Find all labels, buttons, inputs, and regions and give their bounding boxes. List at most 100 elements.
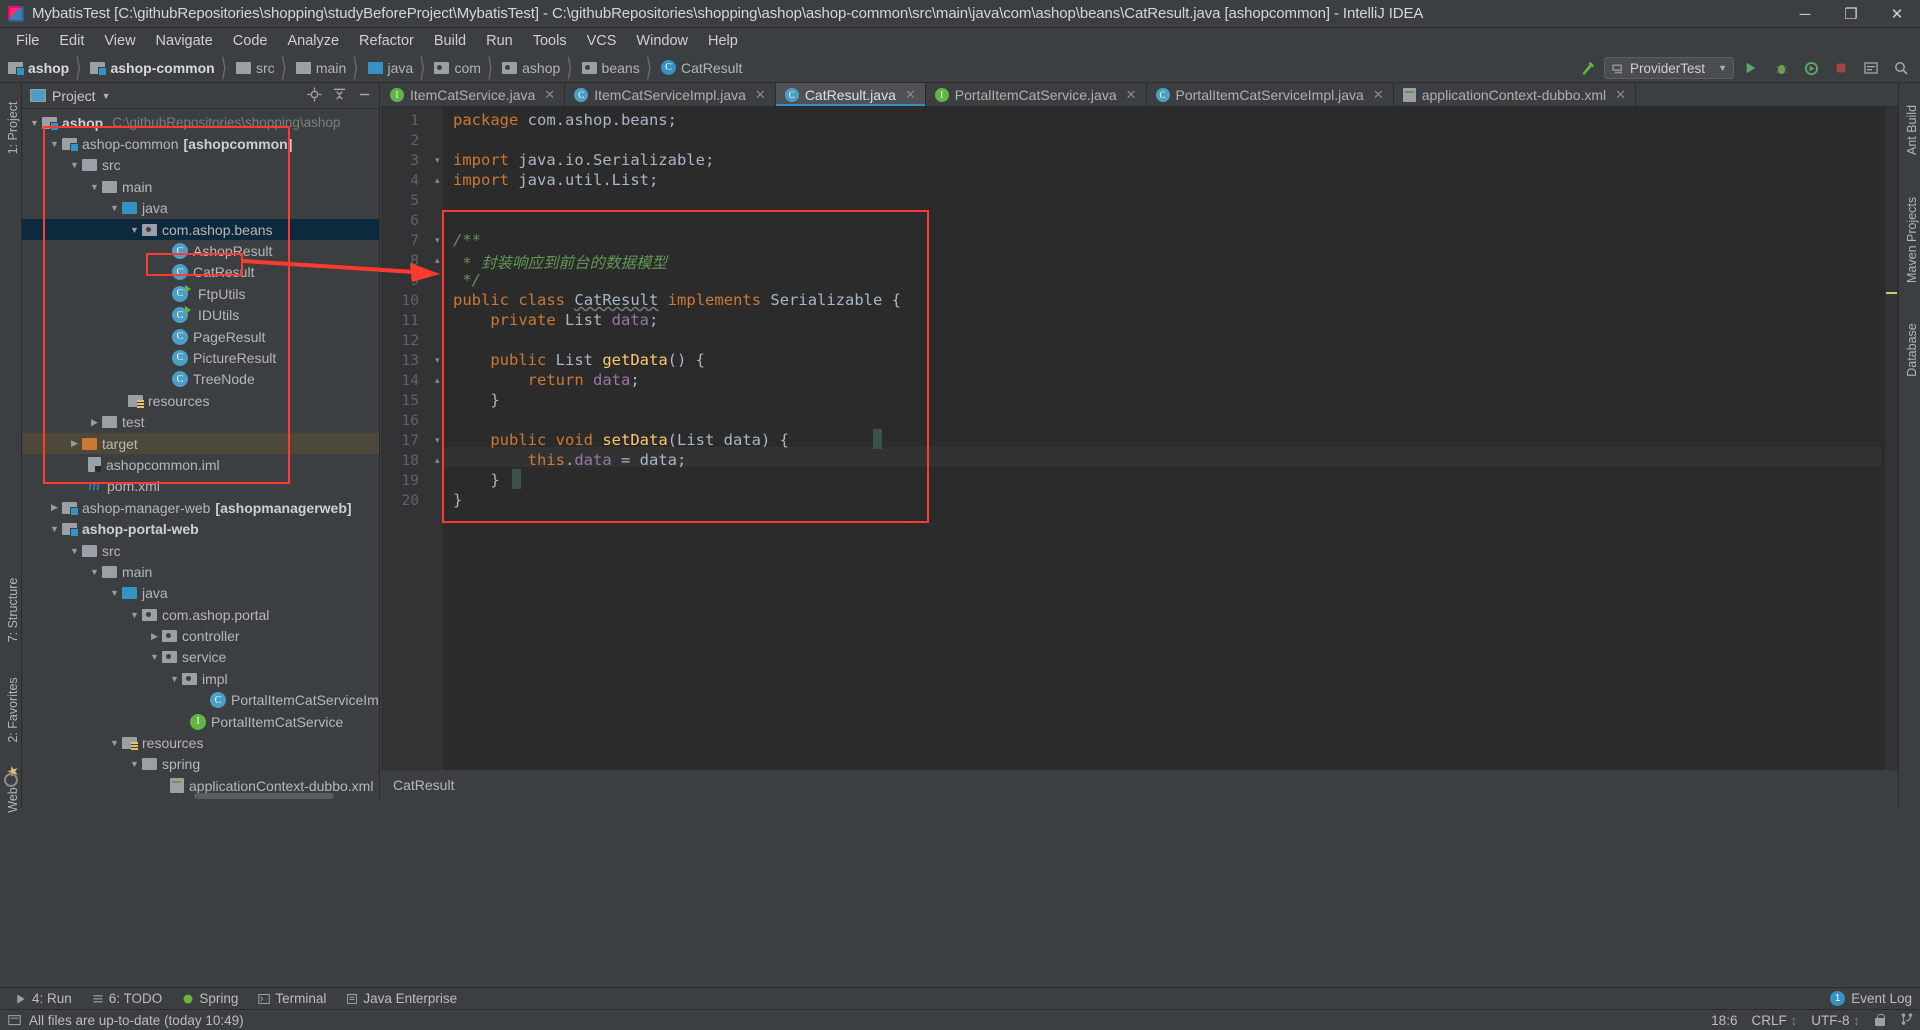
chevron-down-icon[interactable]: ▼ xyxy=(128,608,141,621)
chevron-right-icon[interactable]: ▶ xyxy=(68,437,81,450)
search-icon[interactable] xyxy=(1888,56,1914,80)
tree-item-main[interactable]: ▼ main xyxy=(22,176,379,197)
breadcrumb-ashop-pkg[interactable]: ashop xyxy=(494,56,565,80)
tool-window-database[interactable]: Database xyxy=(1905,307,1919,393)
tree-item-pictureresult[interactable]: C PictureResult xyxy=(22,347,379,368)
tree-item-portal-main[interactable]: ▼ main xyxy=(22,561,379,582)
close-icon[interactable]: ✕ xyxy=(1373,87,1384,103)
chevron-down-icon[interactable]: ▼ xyxy=(68,159,81,172)
menu-code[interactable]: Code xyxy=(223,30,278,52)
close-icon[interactable]: ✕ xyxy=(1615,87,1626,103)
menu-analyze[interactable]: Analyze xyxy=(277,30,349,52)
menu-edit[interactable]: Edit xyxy=(49,30,94,52)
tool-window-maven-projects[interactable]: Maven Projects xyxy=(1905,197,1919,283)
chevron-down-icon[interactable]: ▼ xyxy=(88,180,101,193)
close-icon[interactable]: ✕ xyxy=(544,87,555,103)
tree-item-ashop-portal-web[interactable]: ▼ ashop-portal-web xyxy=(22,518,379,539)
tree-item-spring[interactable]: ▼ spring xyxy=(22,754,379,775)
run-icon[interactable] xyxy=(1738,56,1764,80)
chevron-right-icon[interactable]: ▶ xyxy=(48,501,61,514)
breadcrumb-beans[interactable]: beans xyxy=(574,56,645,80)
caret-position[interactable]: 18:6 xyxy=(1711,1013,1737,1028)
editor-tab-itemcatserviceimpl[interactable]: C ItemCatServiceImpl.java ✕ xyxy=(565,83,776,106)
tree-item-service[interactable]: ▼ service xyxy=(22,647,379,668)
menu-help[interactable]: Help xyxy=(698,30,748,52)
warning-marker[interactable] xyxy=(1886,292,1897,294)
minimize-button[interactable]: ─ xyxy=(1782,0,1828,28)
chevron-down-icon[interactable]: ▼ xyxy=(128,758,141,771)
bottom-item-spring[interactable]: Spring xyxy=(173,989,247,1008)
chevron-down-icon[interactable]: ▼ xyxy=(48,523,61,536)
error-marker-strip[interactable] xyxy=(1885,107,1898,799)
event-log-area[interactable]: 1 Event Log xyxy=(1830,991,1912,1006)
menu-vcs[interactable]: VCS xyxy=(577,30,627,52)
tree-item-resources-common[interactable]: resources xyxy=(22,390,379,411)
tool-window-web[interactable]: Web xyxy=(6,757,20,843)
stop-icon[interactable] xyxy=(1828,56,1854,80)
editor-tab-portalitemcatserviceimpl[interactable]: C PortalItemCatServiceImpl.java ✕ xyxy=(1147,83,1394,106)
debug-icon[interactable] xyxy=(1768,56,1794,80)
chevron-right-icon[interactable]: ▶ xyxy=(148,630,161,643)
close-icon[interactable]: ✕ xyxy=(755,87,766,103)
settings-icon[interactable] xyxy=(1858,56,1884,80)
breadcrumb-main[interactable]: main xyxy=(288,56,351,80)
chevron-down-icon[interactable]: ▼ xyxy=(128,223,141,236)
menu-tools[interactable]: Tools xyxy=(523,30,577,52)
tree-item-com-ashop-beans[interactable]: ▼ com.ashop.beans xyxy=(22,218,379,241)
editor-tab-itemcatservice[interactable]: I ItemCatService.java ✕ xyxy=(381,83,566,106)
editor-tab-applicationcontext-dubbo[interactable]: applicationContext-dubbo.xml ✕ xyxy=(1394,83,1637,106)
chevron-down-icon[interactable]: ▼ xyxy=(102,91,111,101)
code-text[interactable]: package com.ashop.beans; import java.io.… xyxy=(443,107,1898,799)
project-panel-hscrollbar[interactable] xyxy=(194,793,334,799)
breadcrumb-ashop-common[interactable]: ashop-common xyxy=(82,56,219,80)
tree-item-ashop[interactable]: ▼ ashop C:\githubRepositories\shopping\a… xyxy=(22,112,379,133)
run-configuration-selector[interactable]: ProviderTest ▼ xyxy=(1604,57,1734,79)
chevron-down-icon[interactable]: ▼ xyxy=(108,587,121,600)
tree-item-portal-java[interactable]: ▼ java xyxy=(22,583,379,604)
tree-item-ashop-common[interactable]: ▼ ashop-common [ashopcommon] xyxy=(22,133,379,154)
hide-panel-icon[interactable] xyxy=(356,86,373,103)
tree-item-pom-xml[interactable]: m pom.xml xyxy=(22,476,379,497)
tool-window-project[interactable]: 1: Project xyxy=(6,85,20,171)
chevron-down-icon[interactable]: ▼ xyxy=(148,651,161,664)
bottom-item-java-enterprise[interactable]: Java Enterprise xyxy=(337,989,466,1008)
collapse-all-icon[interactable] xyxy=(331,86,348,103)
menu-window[interactable]: Window xyxy=(626,30,698,52)
menu-file[interactable]: File xyxy=(6,30,49,52)
chevron-down-icon[interactable]: ▼ xyxy=(88,565,101,578)
tree-item-catresult[interactable]: C CatResult xyxy=(22,262,379,283)
tree-item-portal-resources[interactable]: ▼ resources xyxy=(22,732,379,753)
menu-navigate[interactable]: Navigate xyxy=(146,30,223,52)
close-icon[interactable]: ✕ xyxy=(1126,87,1137,103)
tree-item-portalitemcatserviceimpl[interactable]: C PortalItemCatServiceImpl xyxy=(22,690,379,711)
tree-item-src[interactable]: ▼ src xyxy=(22,155,379,176)
breadcrumb-src[interactable]: src xyxy=(228,56,280,80)
menu-refactor[interactable]: Refactor xyxy=(349,30,424,52)
breadcrumb-java[interactable]: java xyxy=(360,56,419,80)
tree-item-idutils[interactable]: C IDUtils xyxy=(22,305,379,326)
build-icon[interactable] xyxy=(1574,56,1600,80)
bottom-item-terminal[interactable]: Terminal xyxy=(249,989,335,1008)
tree-item-java[interactable]: ▼ java xyxy=(22,198,379,219)
tree-item-target[interactable]: ▶ target xyxy=(22,432,379,455)
line-separator[interactable]: CRLF ↕ xyxy=(1751,1013,1797,1028)
tree-item-ftputils[interactable]: C FtpUtils xyxy=(22,283,379,304)
tool-window-structure[interactable]: 7: Structure xyxy=(6,567,20,653)
menu-build[interactable]: Build xyxy=(424,30,476,52)
tree-item-com-ashop-portal[interactable]: ▼ com.ashop.portal xyxy=(22,604,379,625)
chevron-down-icon[interactable]: ▼ xyxy=(48,138,61,151)
run-with-coverage-icon[interactable] xyxy=(1798,56,1824,80)
tree-item-impl[interactable]: ▼ impl xyxy=(22,668,379,689)
tree-item-test[interactable]: ▶ test xyxy=(22,411,379,432)
tree-item-portal-src[interactable]: ▼ src xyxy=(22,540,379,561)
scroll-from-source-icon[interactable] xyxy=(306,86,323,103)
chevron-down-icon[interactable]: ▼ xyxy=(68,544,81,557)
bottom-item-run[interactable]: 4: Run xyxy=(6,989,81,1008)
close-icon[interactable]: ✕ xyxy=(905,87,916,103)
chevron-down-icon[interactable]: ▼ xyxy=(168,672,181,685)
bottom-item-todo[interactable]: 6: TODO xyxy=(83,989,172,1008)
lock-icon[interactable] xyxy=(1874,1013,1886,1027)
editor-breadcrumb-label[interactable]: CatResult xyxy=(393,777,454,793)
breadcrumb-catresult[interactable]: C CatResult xyxy=(653,56,747,80)
tree-item-pageresult[interactable]: C PageResult xyxy=(22,326,379,347)
